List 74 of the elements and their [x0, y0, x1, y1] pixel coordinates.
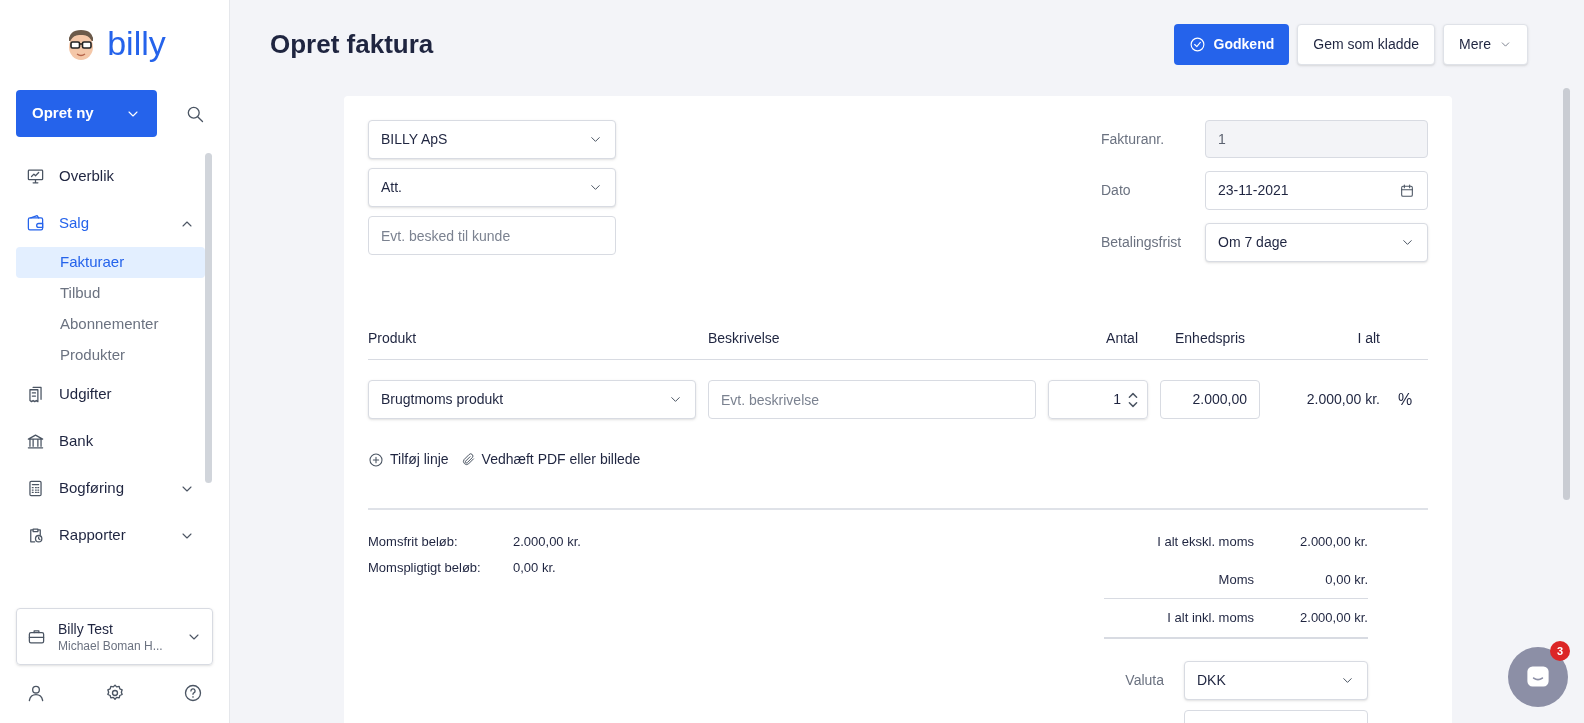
attach-file-button[interactable]: Vedhæft PDF eller billede — [460, 449, 641, 470]
summary-label: Momspligtigt beløb: — [368, 558, 482, 577]
bank-icon — [26, 432, 45, 451]
calculator-icon — [26, 479, 45, 498]
message-input[interactable]: Evt. besked til kunde — [368, 216, 616, 255]
currency-select[interactable]: DKK — [1184, 660, 1368, 700]
total-value: 2.000,00 kr. — [1299, 533, 1368, 551]
nav-subitem[interactable]: Abonnementer — [16, 309, 205, 340]
product-select[interactable]: Brugtmoms produkt — [368, 380, 696, 419]
page-title: Opret faktura — [270, 27, 434, 61]
nav-subitem[interactable]: Produkter — [16, 340, 205, 371]
summary-value: 2.000,00 kr. — [513, 533, 581, 551]
total-label: Moms — [1217, 570, 1254, 589]
plus-circle-icon — [368, 451, 384, 468]
create-new-button[interactable]: Opret ny — [16, 90, 158, 137]
profile-button[interactable] — [26, 683, 46, 703]
column-header: Antal — [1105, 329, 1139, 348]
chat-button[interactable] — [1508, 647, 1568, 707]
quantity-stepper[interactable]: 1 — [1048, 380, 1148, 419]
total-label: I alt inkl. moms — [1166, 609, 1254, 627]
notification-badge: 3 — [1550, 641, 1570, 661]
calendar-icon — [1399, 182, 1415, 199]
scrollbar-thumb[interactable] — [205, 153, 212, 483]
summary-label: Momsfrit beløb: — [368, 533, 459, 551]
field-label: Dato — [1101, 181, 1132, 200]
description-input[interactable]: Evt. beskrivelse — [708, 380, 1036, 419]
account-switcher[interactable]: Billy Test Michael Boman H... — [16, 608, 213, 665]
account-name: Billy Test — [58, 619, 114, 638]
settings-button[interactable] — [104, 683, 125, 703]
add-line-button[interactable]: Tilføj linje — [368, 449, 449, 470]
save-draft-button[interactable]: Gem som kladde — [1297, 23, 1436, 65]
total-value: 2.000,00 kr. — [1299, 609, 1368, 627]
help-button[interactable] — [183, 683, 203, 703]
scrollbar-thumb[interactable] — [1563, 88, 1570, 500]
paperclip-icon — [460, 452, 476, 467]
unit-price-input[interactable]: 2.000,00 — [1160, 380, 1260, 419]
field-label: Fakturanr. — [1101, 129, 1166, 149]
column-header: Beskrivelse — [708, 329, 781, 348]
column-header: Enhedspris — [1173, 329, 1246, 348]
vat-toggle[interactable]: % — [1398, 387, 1413, 412]
settings-icon — [104, 683, 125, 703]
summary-value: 0,00 kr. — [513, 558, 557, 577]
account-user: Michael Boman H... — [58, 637, 164, 654]
check-circle-icon — [1188, 35, 1206, 53]
total-label: I alt ekskl. moms — [1156, 533, 1254, 551]
payment-terms-select[interactable]: Om 7 dage — [1205, 223, 1428, 262]
chat-icon — [1525, 664, 1551, 690]
presentation-icon — [26, 167, 45, 186]
briefcase-icon — [27, 627, 46, 646]
attention-select[interactable]: Att. — [368, 168, 616, 207]
help-icon — [183, 683, 203, 703]
nav-subitem[interactable]: Tilbud — [16, 278, 205, 309]
customer-select[interactable]: BILLY ApS — [368, 120, 616, 159]
wallet-icon — [26, 214, 45, 233]
column-header: I alt — [1356, 329, 1380, 348]
nav-item[interactable]: Udgifter — [16, 371, 205, 418]
nav-subitem[interactable]: Fakturaer — [16, 247, 205, 278]
field-label: Valuta — [1125, 670, 1164, 690]
date-field[interactable]: 23-11-2021 — [1205, 171, 1428, 210]
logo-text: billy — [107, 26, 166, 64]
line-total: 2.000,00 kr. — [1305, 390, 1380, 409]
nav-item[interactable]: Bank — [16, 418, 205, 465]
user-icon — [26, 683, 46, 703]
nav-item[interactable]: Salg — [16, 200, 205, 247]
receipt-icon — [26, 385, 45, 404]
nav-item[interactable]: Rapporter — [16, 512, 205, 559]
invoice-number-field[interactable]: 1 — [1205, 120, 1428, 158]
approve-button[interactable]: Godkend — [1173, 23, 1290, 65]
total-value: 0,00 kr. — [1324, 570, 1368, 589]
more-menu-button[interactable]: Mere — [1443, 23, 1528, 65]
nav-item[interactable]: Overblik — [16, 153, 205, 200]
column-header: Produkt — [368, 329, 418, 348]
nav-item[interactable]: Bogføring — [16, 465, 205, 512]
field-label: Betalingsfrist — [1101, 233, 1183, 252]
